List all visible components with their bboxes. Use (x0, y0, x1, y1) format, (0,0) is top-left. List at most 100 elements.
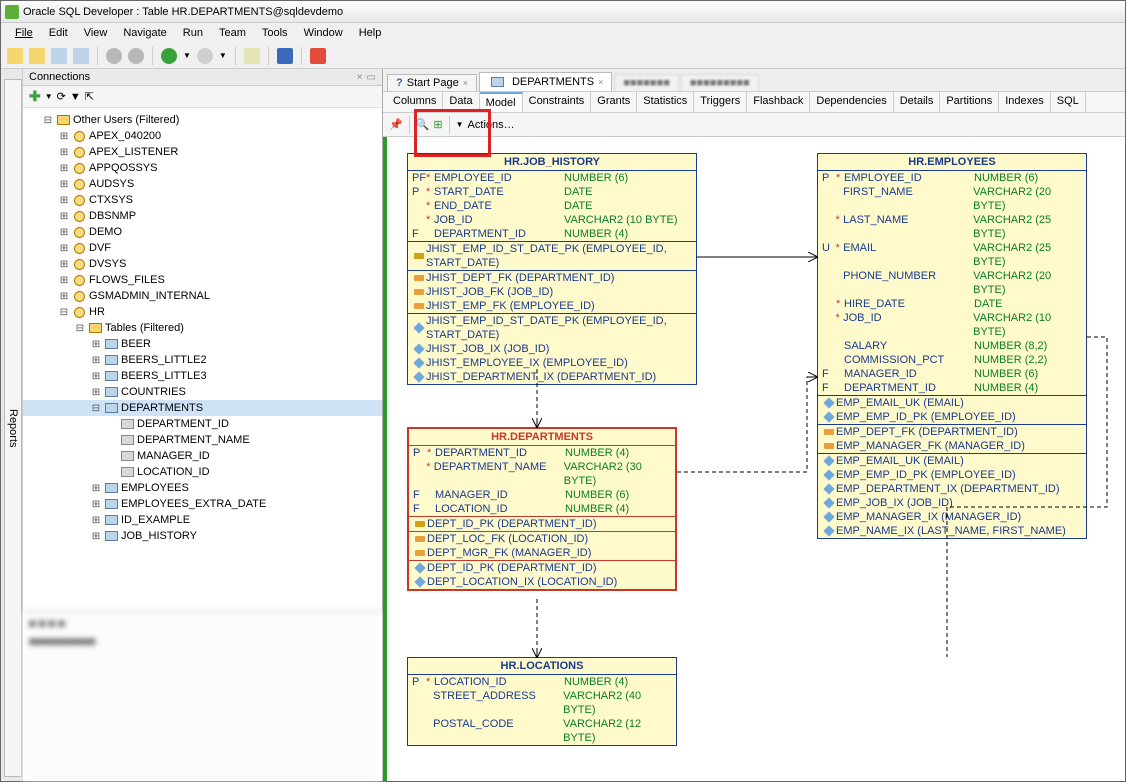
tree-node[interactable]: ⊞JOB_HISTORY (23, 528, 382, 544)
menu-edit[interactable]: Edit (41, 25, 76, 41)
expand-icon[interactable]: ⊟ (91, 403, 101, 414)
close-icon[interactable]: × (463, 78, 468, 88)
tree-node[interactable]: ⊞APEX_LISTENER (23, 144, 382, 160)
tree-node[interactable]: ⊟Tables (Filtered) (23, 320, 382, 336)
expand-icon[interactable]: ⊞ (91, 355, 101, 366)
tree-node[interactable]: ⊞EMPLOYEES_EXTRA_DATE (23, 496, 382, 512)
subtab-model[interactable]: Model (480, 92, 523, 112)
tree-node[interactable]: ⊞APPQOSSYS (23, 160, 382, 176)
expand-icon[interactable]: ⊞ (91, 515, 101, 526)
expand-icon[interactable]: ⊞ (59, 275, 69, 286)
expand-icon[interactable]: ⊞ (59, 211, 69, 222)
erd-table[interactable]: HR.EMPLOYEESP*EMPLOYEE_IDNUMBER (6)FIRST… (817, 153, 1087, 539)
subtab-sql[interactable]: SQL (1051, 92, 1086, 112)
save-icon[interactable] (51, 48, 67, 64)
expand-icon[interactable]: ⊞ (91, 371, 101, 382)
menu-team[interactable]: Team (211, 25, 254, 41)
expand-icon[interactable]: ⊞ (91, 531, 101, 542)
tree-node[interactable]: ⊞CTXSYS (23, 192, 382, 208)
tab-start-page[interactable]: ? Start Page × (387, 74, 477, 91)
menu-file[interactable]: File (7, 25, 41, 41)
tab-hidden-2[interactable]: ■■■■■■■■■ (681, 74, 759, 91)
tree-node[interactable]: ⊞BEERS_LITTLE3 (23, 368, 382, 384)
filter-icon[interactable]: ▼ (70, 91, 81, 103)
tab-departments[interactable]: DEPARTMENTS × (479, 72, 612, 91)
new-connection-icon[interactable]: ✚ (29, 88, 41, 105)
erd-table[interactable]: HR.DEPARTMENTSP*DEPARTMENT_IDNUMBER (4)*… (407, 427, 677, 591)
refresh-icon[interactable]: ⟳ (57, 90, 66, 103)
collapse-icon[interactable]: ⇱ (85, 90, 94, 103)
tree-node[interactable]: ⊟DEPARTMENTS (23, 400, 382, 416)
tree-node[interactable]: ⊞APEX_040200 (23, 128, 382, 144)
menu-help[interactable]: Help (351, 25, 390, 41)
tree-node[interactable]: DEPARTMENT_ID (23, 416, 382, 432)
menu-view[interactable]: View (76, 25, 116, 41)
expand-icon[interactable]: ⊞ (59, 291, 69, 302)
expand-icon[interactable]: ⊟ (59, 307, 69, 318)
expand-icon[interactable]: ⊞ (91, 499, 101, 510)
connections-tree[interactable]: ⊟Other Users (Filtered)⊞APEX_040200⊞APEX… (23, 108, 382, 611)
sql-icon[interactable] (244, 48, 260, 64)
menu-window[interactable]: Window (296, 25, 351, 41)
new-icon[interactable] (7, 48, 23, 64)
tree-node[interactable]: ⊟Other Users (Filtered) (23, 112, 382, 128)
tree-node[interactable]: ⊞ID_EXAMPLE (23, 512, 382, 528)
erd-table[interactable]: HR.JOB_HISTORYPF*EMPLOYEE_IDNUMBER (6)P*… (407, 153, 697, 385)
forward-icon[interactable] (197, 48, 213, 64)
save-all-icon[interactable] (73, 48, 89, 64)
tree-node[interactable]: ⊞GSMADMIN_INTERNAL (23, 288, 382, 304)
tree-node[interactable]: ⊞AUDSYS (23, 176, 382, 192)
expand-icon[interactable]: ⊞ (59, 195, 69, 206)
subtab-statistics[interactable]: Statistics (637, 92, 694, 112)
reports-dock-tab[interactable]: Reports (4, 79, 22, 777)
expand-icon[interactable]: ⊞ (59, 243, 69, 254)
subtab-details[interactable]: Details (894, 92, 941, 112)
subtab-partitions[interactable]: Partitions (940, 92, 999, 112)
tree-node[interactable]: MANAGER_ID (23, 448, 382, 464)
subtab-constraints[interactable]: Constraints (523, 92, 592, 112)
subtab-triggers[interactable]: Triggers (694, 92, 747, 112)
diagram-icon[interactable]: ⊞ (433, 118, 442, 131)
subtab-flashback[interactable]: Flashback (747, 92, 810, 112)
tree-node[interactable]: ⊞DVF (23, 240, 382, 256)
model-diagram[interactable]: HR.JOB_HISTORYPF*EMPLOYEE_IDNUMBER (6)P*… (383, 137, 1125, 781)
subtab-data[interactable]: Data (443, 92, 479, 112)
dropdown-icon[interactable]: ▼ (456, 120, 464, 129)
expand-icon[interactable]: ⊟ (75, 323, 85, 334)
expand-icon[interactable]: ⊞ (59, 147, 69, 158)
tree-node[interactable]: ⊟HR (23, 304, 382, 320)
expand-icon[interactable]: ⊞ (59, 227, 69, 238)
expand-icon[interactable]: ⊞ (91, 339, 101, 350)
tree-node[interactable]: ⊞COUNTRIES (23, 384, 382, 400)
undo-icon[interactable] (106, 48, 122, 64)
tree-node[interactable]: ⊞BEER (23, 336, 382, 352)
zoom-icon[interactable]: 🔍 (416, 118, 430, 131)
tree-node[interactable]: ⊞DBSNMP (23, 208, 382, 224)
expand-icon[interactable]: ⊞ (59, 131, 69, 142)
tree-node[interactable]: ⊞EMPLOYEES (23, 480, 382, 496)
menu-navigate[interactable]: Navigate (115, 25, 174, 41)
redo-icon[interactable] (128, 48, 144, 64)
expand-icon[interactable]: ⊞ (59, 163, 69, 174)
expand-icon[interactable]: ⊞ (91, 387, 101, 398)
back-icon[interactable] (161, 48, 177, 64)
menu-tools[interactable]: Tools (254, 25, 296, 41)
erd-table[interactable]: HR.LOCATIONSP*LOCATION_IDNUMBER (4)STREE… (407, 657, 677, 746)
subtab-indexes[interactable]: Indexes (999, 92, 1051, 112)
menu-run[interactable]: Run (175, 25, 211, 41)
tab-hidden-1[interactable]: ■■■■■■■ (614, 74, 679, 91)
find-icon[interactable] (277, 48, 293, 64)
expand-icon[interactable]: ⊟ (43, 115, 53, 126)
minimize-icon[interactable]: × (357, 72, 363, 83)
dock-icon[interactable]: ▭ (367, 72, 376, 83)
subtab-columns[interactable]: Columns (387, 92, 443, 112)
expand-icon[interactable]: ⊞ (59, 259, 69, 270)
expand-icon[interactable]: ⊞ (59, 179, 69, 190)
actions-button[interactable]: Actions… (468, 119, 515, 131)
tree-node[interactable]: ⊞BEERS_LITTLE2 (23, 352, 382, 368)
pin-icon[interactable]: 📌 (389, 118, 403, 131)
tree-node[interactable]: DEPARTMENT_NAME (23, 432, 382, 448)
stop-icon[interactable] (310, 48, 326, 64)
tree-node[interactable]: LOCATION_ID (23, 464, 382, 480)
subtab-grants[interactable]: Grants (591, 92, 637, 112)
